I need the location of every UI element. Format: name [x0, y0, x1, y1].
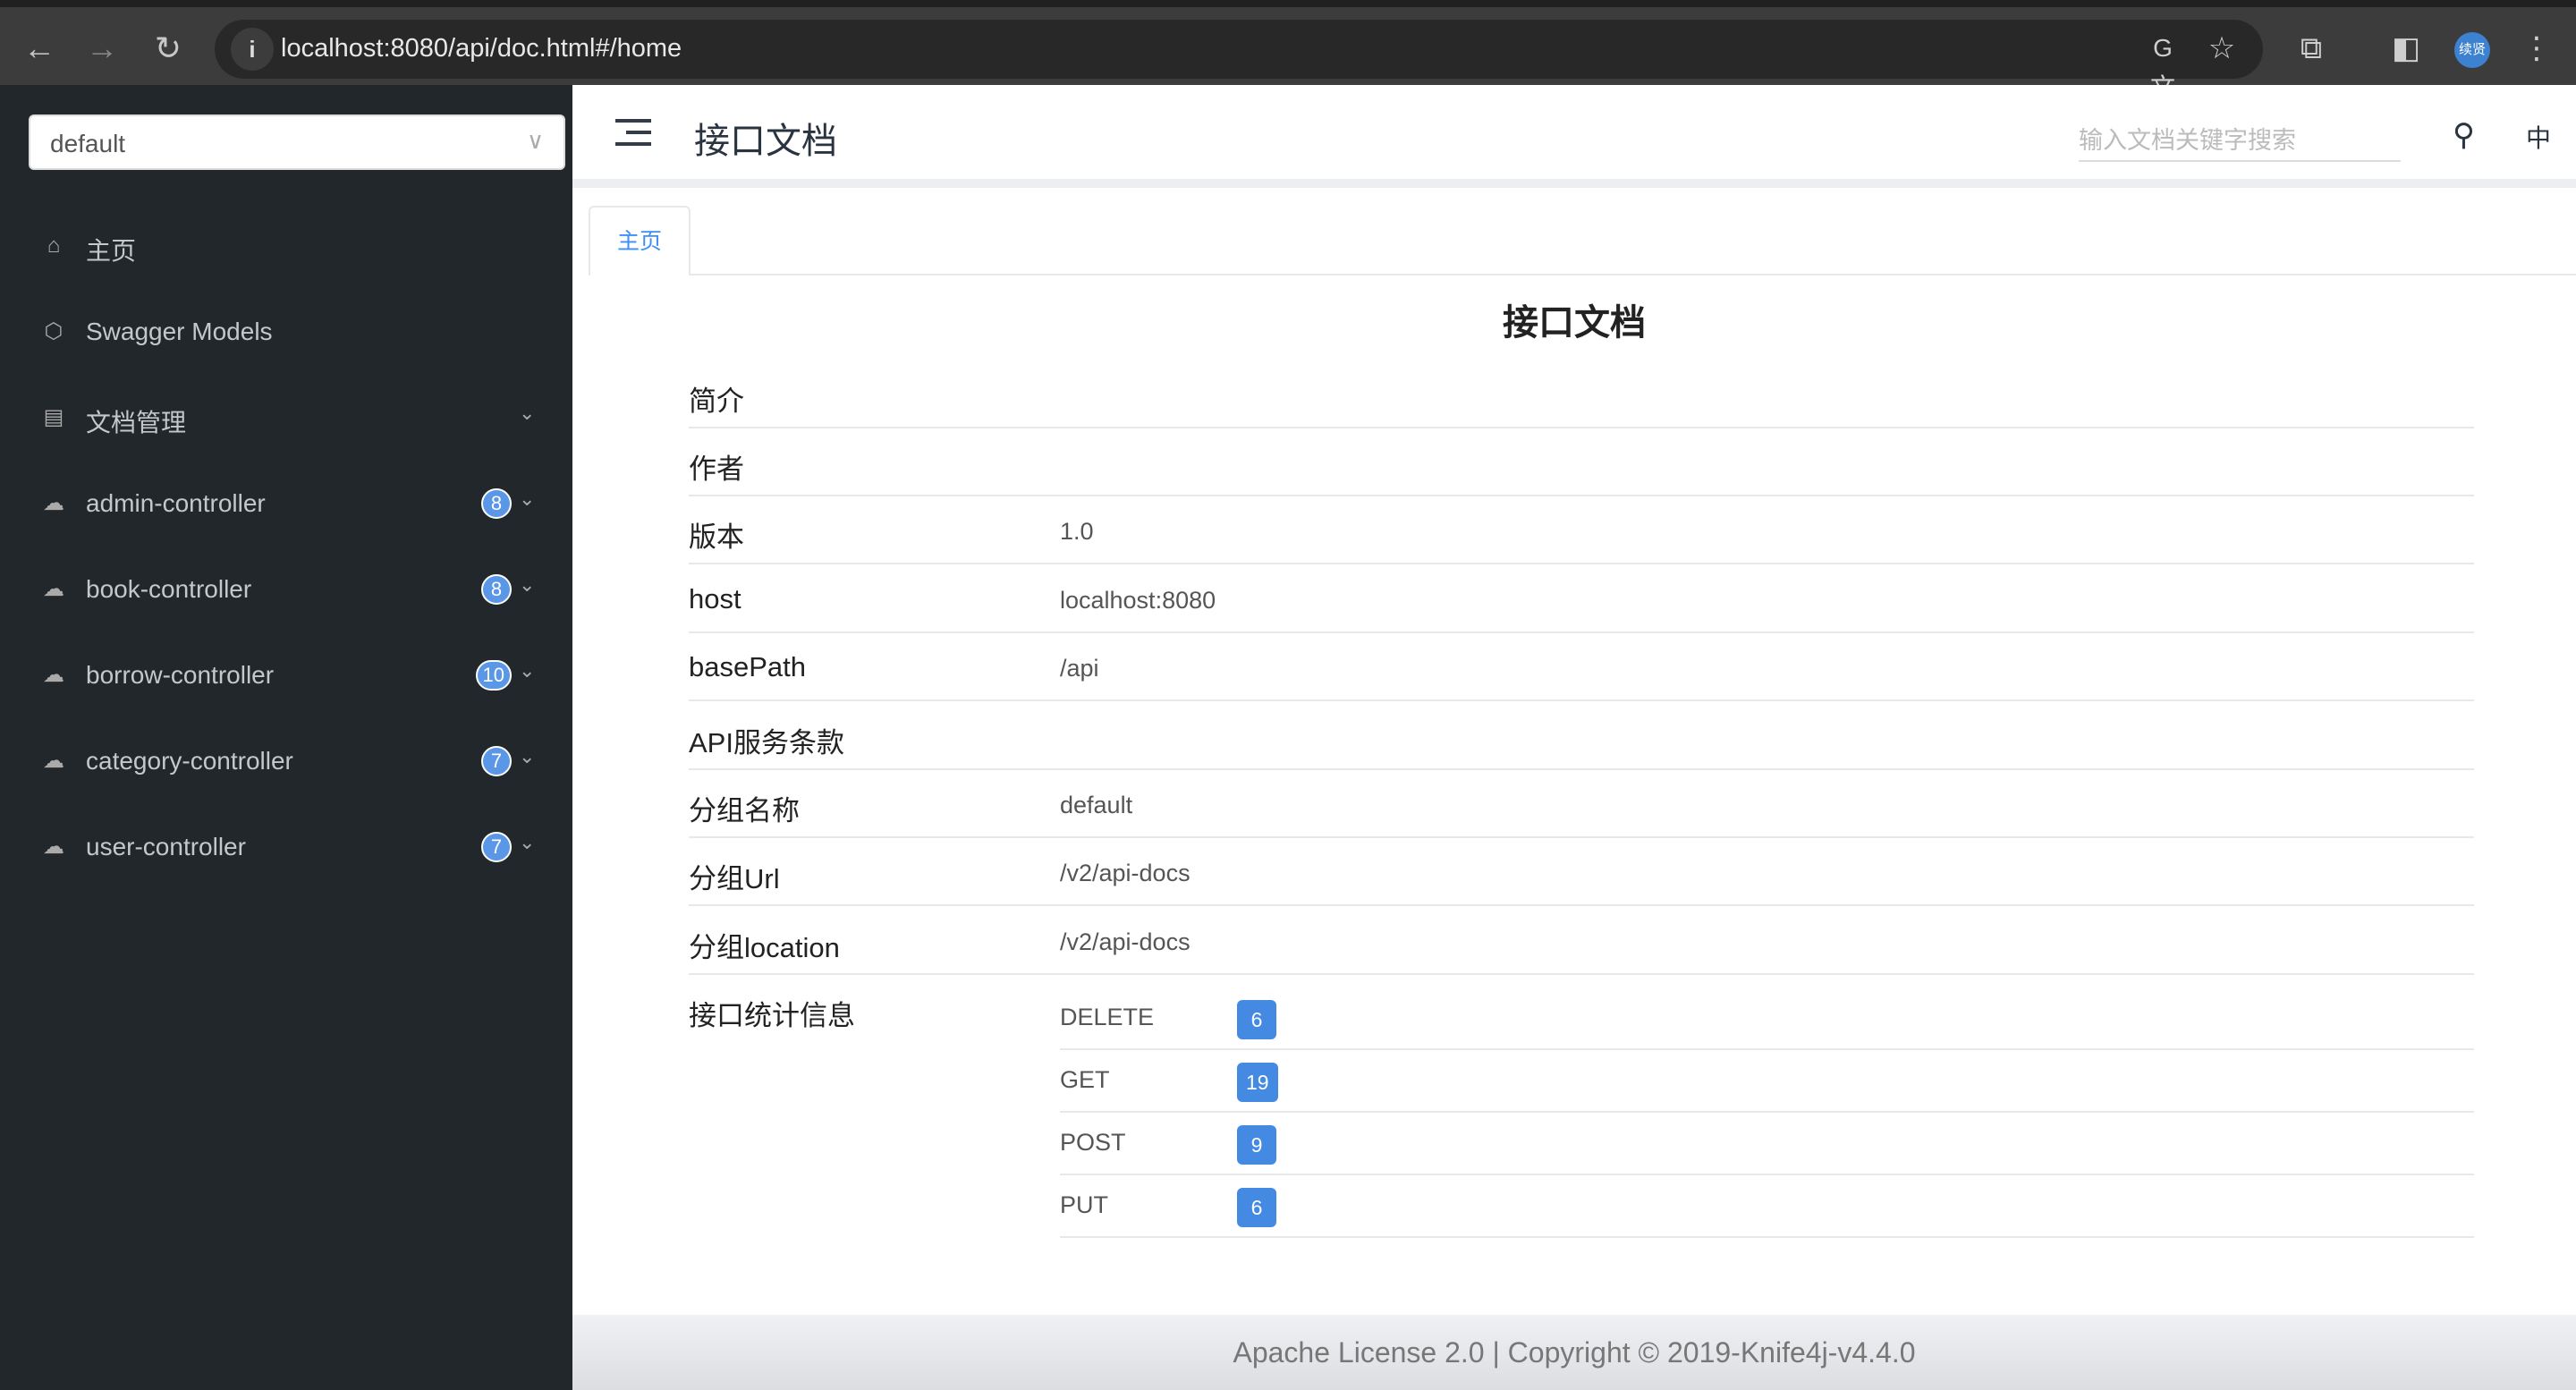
count-badge: 7: [481, 832, 512, 862]
info-key: 版本: [689, 521, 744, 553]
sidebar-item-label: category-controller: [86, 747, 293, 775]
api-cloud-icon: ☁: [43, 749, 64, 773]
info-value: 1.0: [1060, 518, 1094, 545]
info-row: 版本 1.0: [689, 496, 2474, 564]
url-text[interactable]: localhost:8080/api/doc.html#/home: [281, 34, 682, 64]
info-row: host localhost:8080: [689, 565, 2474, 633]
sidebar: default ∨ ⌂ 主页 ⬡ Swagger Models ▤ 文档管理 ⌄…: [0, 85, 572, 1390]
chevron-down-icon: ⌄: [519, 487, 536, 510]
site-info-icon[interactable]: i: [231, 28, 274, 71]
stat-row-delete: DELETE 6: [1060, 987, 2474, 1050]
method-count-badge: 9: [1237, 1125, 1276, 1165]
forward-icon[interactable]: →: [80, 27, 123, 70]
sidebar-item-label: book-controller: [86, 575, 252, 603]
chevron-down-icon: ⌄: [519, 573, 536, 596]
sidebar-item-doc-management[interactable]: ▤ 文档管理 ⌄: [0, 382, 572, 453]
chevron-down-icon: ⌄: [519, 402, 536, 424]
sidebar-item-book-controller[interactable]: ☁ book-controller 8 ⌄: [0, 554, 572, 625]
info-row: 简介: [689, 360, 2474, 428]
browser-toolbar: ← → ↻ i localhost:8080/api/doc.html#/hom…: [0, 0, 2576, 101]
sidebar-item-home[interactable]: ⌂ 主页: [0, 210, 572, 282]
info-row: API服务条款: [689, 702, 2474, 770]
tab-divider: [691, 274, 2576, 275]
info-key: 分组名称: [689, 795, 800, 826]
chevron-down-icon: ⌄: [519, 831, 536, 853]
reload-icon[interactable]: ↻: [147, 27, 190, 70]
info-key: 接口统计信息: [689, 1000, 855, 1031]
info-row: 作者: [689, 428, 2474, 496]
bookmark-star-icon[interactable]: ☆: [2202, 29, 2241, 68]
doc-title: 接口文档: [1503, 303, 1646, 343]
info-row: 分组location/v2/api-docs: [689, 907, 2474, 975]
api-cloud-icon: ☁: [43, 663, 64, 687]
more-menu-icon[interactable]: ⋮: [2517, 29, 2556, 68]
method-count-badge: 19: [1237, 1063, 1278, 1102]
sidebar-item-swagger-models[interactable]: ⬡ Swagger Models: [0, 296, 572, 368]
extensions-icon[interactable]: ⧉: [2292, 29, 2331, 68]
back-icon[interactable]: ←: [18, 27, 61, 70]
chevron-down-icon: ∨: [526, 127, 544, 154]
count-badge: 8: [481, 574, 512, 605]
info-value: /api: [1060, 655, 1099, 682]
info-value: /v2/api-docs: [1060, 928, 1191, 955]
search-input[interactable]: 输入文档关键字搜索: [2079, 112, 2401, 162]
search-icon[interactable]: ⚲: [2453, 117, 2475, 153]
page-title: 接口文档: [694, 122, 837, 161]
count-badge: 10: [475, 660, 512, 691]
info-row: 分组名称 default: [689, 770, 2474, 838]
sidebar-item-user-controller[interactable]: ☁ user-controller 7 ⌄: [0, 811, 572, 883]
sidebar-item-label: 文档管理: [86, 409, 187, 436]
home-icon: ⌂: [47, 233, 61, 258]
info-row: basePath/api: [689, 633, 2474, 701]
sidebar-item-label: 主页: [86, 237, 137, 265]
api-cloud-icon: ☁: [43, 577, 64, 601]
models-icon: ⬡: [44, 319, 64, 343]
info-key: 分组Url: [689, 863, 780, 894]
menu-collapse-icon[interactable]: [615, 119, 651, 151]
info-key: 分组location: [689, 932, 840, 963]
address-bar[interactable]: i localhost:8080/api/doc.html#/home: [215, 20, 2263, 79]
count-badge: 8: [481, 488, 512, 519]
info-value: localhost:8080: [1060, 587, 1216, 614]
info-row: 分组Url/v2/api-docs: [689, 838, 2474, 906]
chevron-down-icon: ⌄: [519, 659, 536, 682]
method-label: GET: [1060, 1066, 1110, 1093]
chevron-down-icon: ⌄: [519, 745, 536, 767]
group-select-value: default: [50, 130, 126, 157]
stats-row: 接口统计信息: [689, 975, 1046, 1043]
stat-row-post: POST 9: [1060, 1113, 2474, 1175]
app-header: 接口文档 输入文档关键字搜索 ⚲ 中: [572, 85, 2576, 188]
sidebar-item-label: Swagger Models: [86, 318, 273, 345]
stat-row-get: GET 19: [1060, 1050, 2474, 1113]
sidebar-item-label: user-controller: [86, 833, 246, 860]
method-label: PUT: [1060, 1191, 1108, 1218]
sidebar-item-label: borrow-controller: [86, 661, 275, 689]
method-label: POST: [1060, 1129, 1126, 1156]
method-count-badge: 6: [1237, 1188, 1276, 1227]
stat-row-put: PUT 6: [1060, 1175, 2474, 1238]
info-key: 简介: [689, 386, 744, 417]
method-label: DELETE: [1060, 1004, 1155, 1030]
sidebar-item-borrow-controller[interactable]: ☁ borrow-controller 10 ⌄: [0, 640, 572, 711]
info-key: 作者: [689, 453, 744, 485]
sidebar-item-category-controller[interactable]: ☁ category-controller 7 ⌄: [0, 725, 572, 797]
sidebar-item-label: admin-controller: [86, 489, 266, 517]
api-cloud-icon: ☁: [43, 835, 64, 859]
api-cloud-icon: ☁: [43, 491, 64, 515]
count-badge: 7: [481, 746, 512, 776]
info-key: API服务条款: [689, 727, 844, 759]
sidebar-item-admin-controller[interactable]: ☁ admin-controller 8 ⌄: [0, 468, 572, 539]
info-key: host: [689, 583, 741, 614]
footer: Apache License 2.0 | Copyright © 2019-Kn…: [572, 1315, 2576, 1390]
side-panel-icon[interactable]: ◧: [2386, 29, 2426, 68]
profile-avatar[interactable]: 续贤: [2454, 32, 2490, 68]
info-value: default: [1060, 792, 1133, 818]
tab-home[interactable]: 主页: [589, 206, 691, 275]
group-select[interactable]: default ∨: [29, 114, 565, 170]
method-count-badge: 6: [1237, 1000, 1276, 1039]
language-toggle[interactable]: 中: [2526, 119, 2551, 155]
info-value: /v2/api-docs: [1060, 860, 1191, 886]
doc-settings-icon: ▤: [43, 405, 64, 429]
info-key: basePath: [689, 651, 806, 682]
